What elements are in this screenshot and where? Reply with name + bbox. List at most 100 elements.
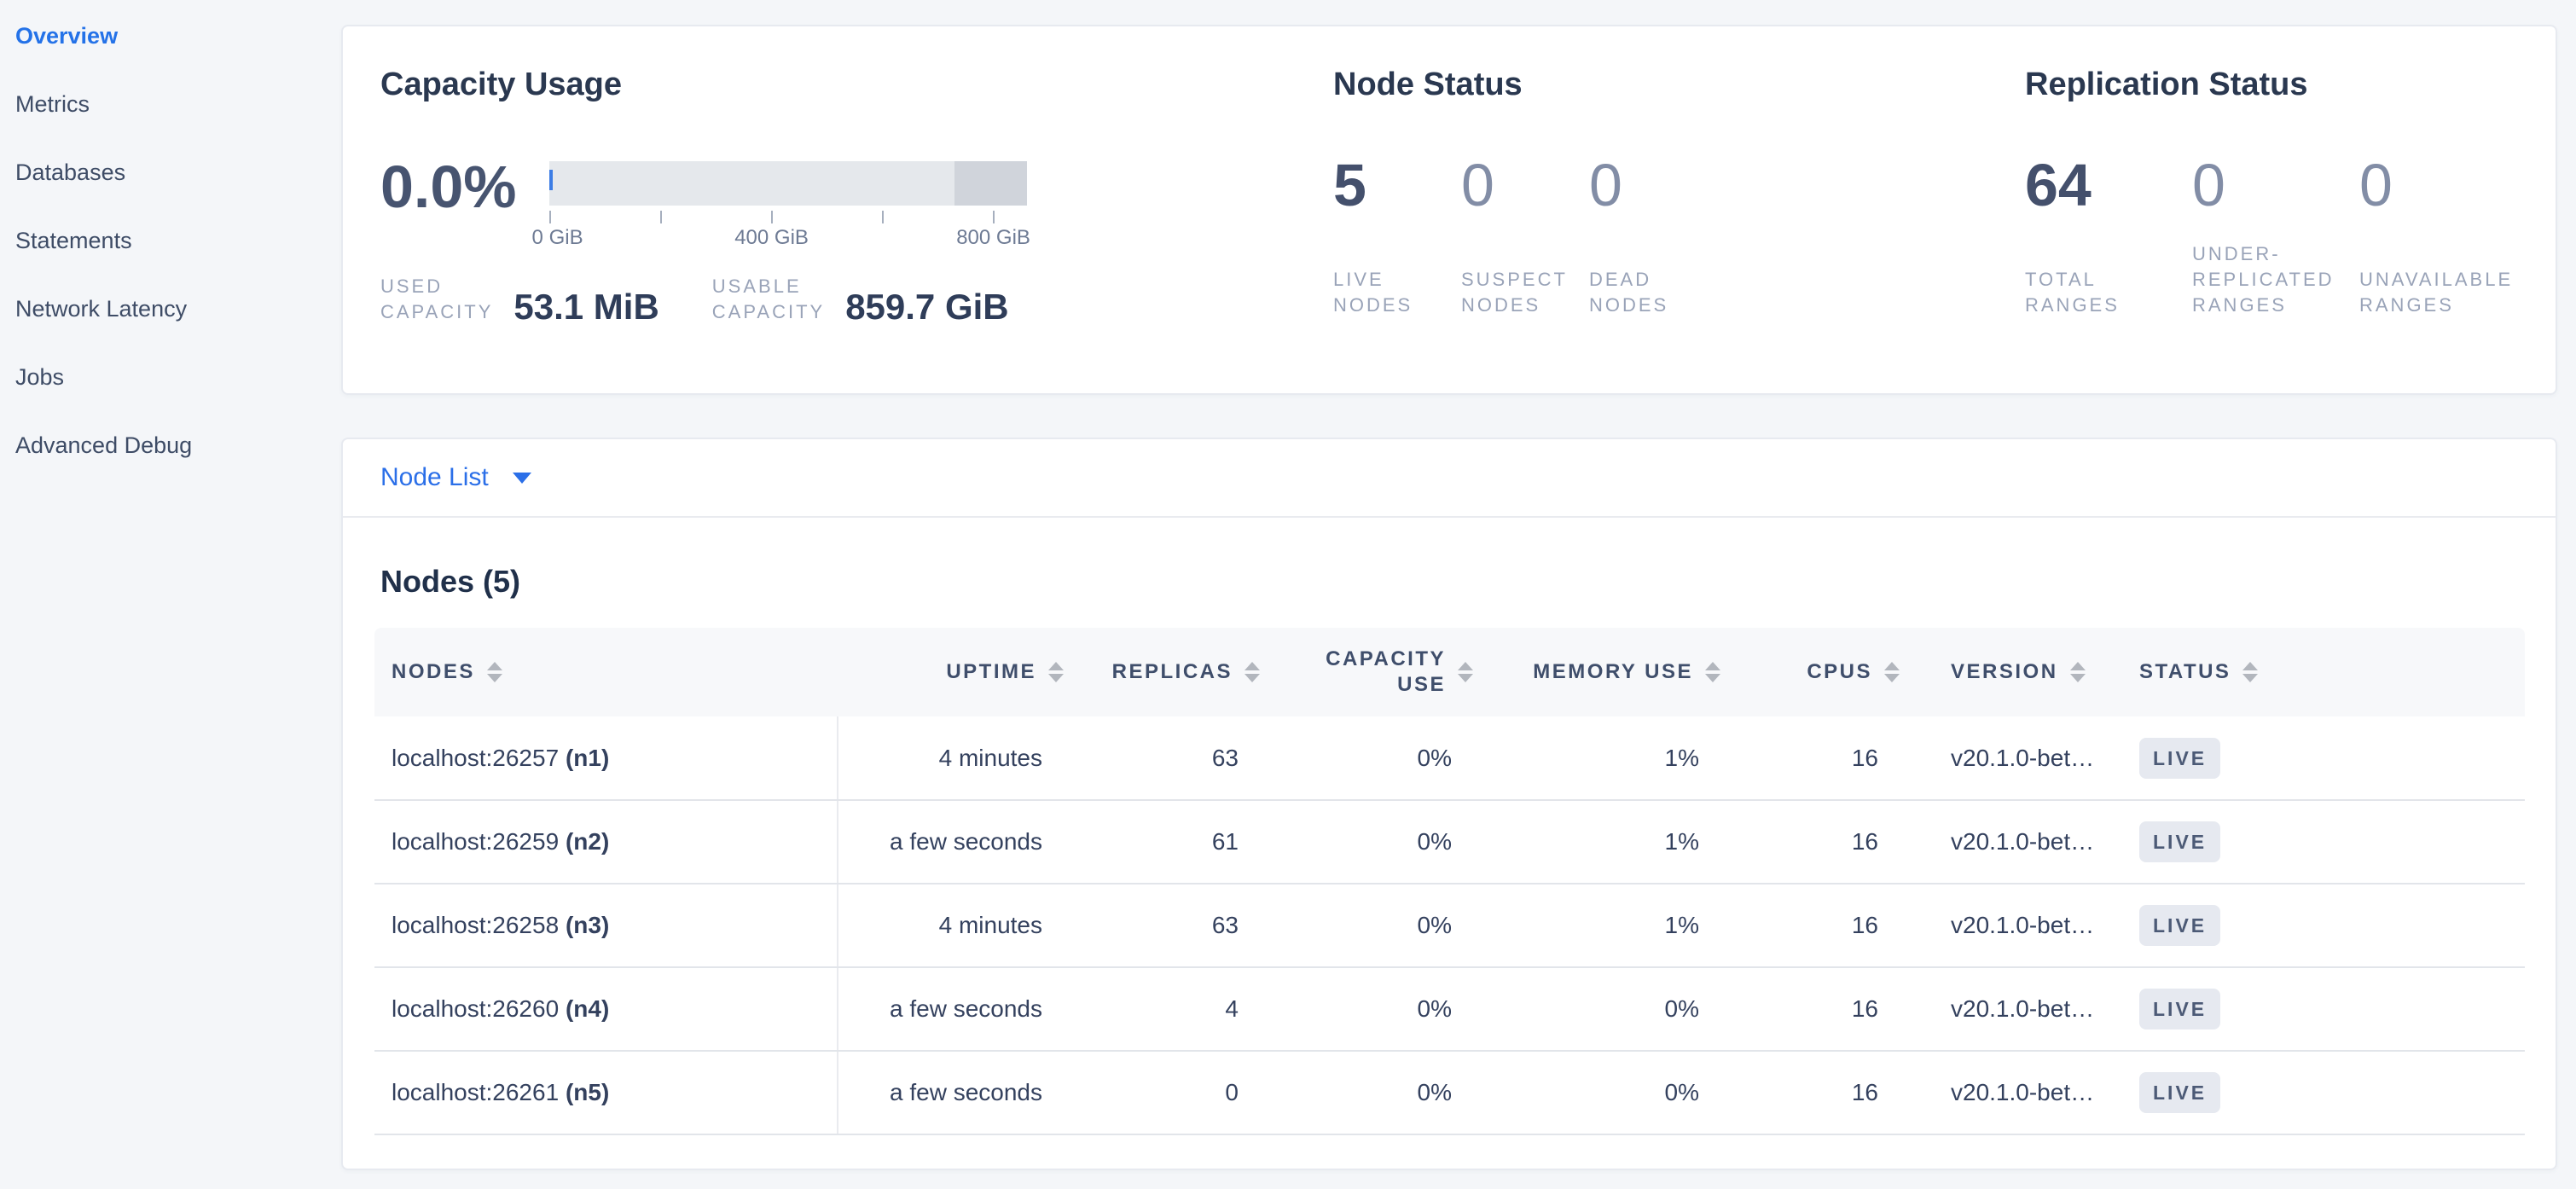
- version-cell: v20.1.0-bet…: [1938, 967, 2134, 1051]
- version-cell: v20.1.0-bet…: [1938, 716, 2134, 800]
- capacity-bar-nonusable-segment: [954, 161, 1027, 206]
- status-badge: LIVE: [2139, 905, 2220, 946]
- node-address-cell[interactable]: localhost:26260 (n4): [374, 967, 838, 1051]
- column-header-cpus[interactable]: CPUS: [1759, 628, 1938, 716]
- capacity-use-cell: 0%: [1298, 716, 1511, 800]
- usable-capacity-value: 859.7 GiB: [845, 289, 1008, 325]
- capacity-use-cell: 0%: [1298, 800, 1511, 884]
- axis-label-400gib: 400 GiB: [734, 226, 809, 250]
- column-header-status[interactable]: STATUS: [2134, 628, 2525, 716]
- cpus-cell: 16: [1759, 884, 1938, 967]
- table-row-node-5[interactable]: localhost:26261 (n5) a few seconds 0 0% …: [374, 1051, 2525, 1134]
- status-badge: LIVE: [2139, 989, 2220, 1030]
- column-header-capacity-use[interactable]: CAPACITY USE: [1298, 628, 1511, 716]
- suspect-nodes-stat: 0 SUSPECT NODES: [1461, 161, 1589, 318]
- memory-use-cell: 0%: [1511, 1051, 1759, 1134]
- node-address-cell[interactable]: localhost:26259 (n2): [374, 800, 838, 884]
- sidebar-item-advanced-debug[interactable]: Advanced Debug: [15, 431, 341, 460]
- status-badge: LIVE: [2139, 1072, 2220, 1113]
- nodes-table-title: Nodes (5): [374, 563, 2521, 600]
- axis-tick: [771, 211, 773, 223]
- main-content: Capacity Usage 0.0%: [341, 25, 2557, 1170]
- memory-use-cell: 1%: [1511, 716, 1759, 800]
- status-cell: LIVE: [2134, 967, 2525, 1051]
- axis-tick: [882, 211, 884, 223]
- capacity-bar-chart: 0 GiB 400 GiB 800 GiB: [549, 161, 1032, 250]
- column-header-memory-use[interactable]: MEMORY USE: [1511, 628, 1759, 716]
- version-cell: v20.1.0-bet…: [1938, 800, 2134, 884]
- uptime-cell: a few seconds: [838, 800, 1102, 884]
- nodes-table-section: Nodes (5) NODES UPTIME: [343, 518, 2556, 1135]
- sort-icon: [1048, 662, 1064, 682]
- table-row-node-3[interactable]: localhost:26258 (n3) 4 minutes 63 0% 1% …: [374, 884, 2525, 967]
- nodes-card: Node List Nodes (5) NODES: [341, 438, 2557, 1170]
- table-row-node-4[interactable]: localhost:26260 (n4) a few seconds 4 0% …: [374, 967, 2525, 1051]
- used-capacity-label: USED CAPACITY: [380, 274, 493, 325]
- column-header-version[interactable]: VERSION: [1938, 628, 2134, 716]
- node-list-header: Node List: [343, 439, 2556, 518]
- dead-nodes-stat: 0 DEAD NODES: [1589, 161, 1717, 318]
- version-cell: v20.1.0-bet…: [1938, 884, 2134, 967]
- capacity-use-cell: 0%: [1298, 967, 1511, 1051]
- capacity-percent-value: 0.0%: [380, 163, 517, 250]
- sort-icon: [1458, 662, 1473, 682]
- replicas-cell: 61: [1102, 800, 1298, 884]
- sidebar-item-jobs[interactable]: Jobs: [15, 362, 341, 392]
- uptime-cell: 4 minutes: [838, 716, 1102, 800]
- uptime-cell: a few seconds: [838, 1051, 1102, 1134]
- total-ranges-value: 64: [2025, 161, 2192, 209]
- column-header-nodes[interactable]: NODES: [374, 628, 838, 716]
- live-nodes-stat: 5 LIVE NODES: [1333, 161, 1461, 318]
- sort-icon: [2070, 662, 2086, 682]
- sidebar-item-network-latency[interactable]: Network Latency: [15, 294, 341, 323]
- sort-icon: [487, 662, 502, 682]
- memory-use-cell: 1%: [1511, 800, 1759, 884]
- capacity-use-cell: 0%: [1298, 884, 1511, 967]
- axis-tick: [660, 211, 662, 223]
- column-header-replicas[interactable]: REPLICAS: [1102, 628, 1298, 716]
- node-list-dropdown-label: Node List: [380, 463, 489, 492]
- sidebar-item-databases[interactable]: Databases: [15, 158, 341, 187]
- under-replicated-label: UNDER- REPLICATED RANGES: [2192, 241, 2359, 318]
- table-row-node-2[interactable]: localhost:26259 (n2) a few seconds 61 0%…: [374, 800, 2525, 884]
- cpus-cell: 16: [1759, 1051, 1938, 1134]
- capacity-bar: [549, 161, 1027, 206]
- capacity-use-cell: 0%: [1298, 1051, 1511, 1134]
- replicas-cell: 63: [1102, 716, 1298, 800]
- unavailable-ranges-value: 0: [2359, 161, 2527, 209]
- axis-label-800gib: 800 GiB: [956, 226, 1030, 250]
- suspect-nodes-label: SUSPECT NODES: [1461, 241, 1589, 318]
- memory-use-cell: 1%: [1511, 884, 1759, 967]
- replicas-cell: 63: [1102, 884, 1298, 967]
- total-ranges-stat: 64 TOTAL RANGES: [2025, 161, 2192, 318]
- status-cell: LIVE: [2134, 716, 2525, 800]
- node-address-cell[interactable]: localhost:26258 (n3): [374, 884, 838, 967]
- sort-icon: [1705, 662, 1720, 682]
- nodes-table-header-row: NODES UPTIME REPLICAS CAPACIT: [374, 628, 2525, 716]
- column-header-uptime[interactable]: UPTIME: [838, 628, 1102, 716]
- version-cell: v20.1.0-bet…: [1938, 1051, 2134, 1134]
- unavailable-ranges-label: UNAVAILABLE RANGES: [2359, 241, 2527, 318]
- nodes-table: NODES UPTIME REPLICAS CAPACIT: [374, 628, 2525, 1135]
- uptime-cell: 4 minutes: [838, 884, 1102, 967]
- dead-nodes-label: DEAD NODES: [1589, 241, 1717, 318]
- table-row-node-1[interactable]: localhost:26257 (n1) 4 minutes 63 0% 1% …: [374, 716, 2525, 800]
- under-replicated-value: 0: [2192, 161, 2359, 209]
- sort-icon: [2242, 662, 2258, 682]
- node-address-cell[interactable]: localhost:26261 (n5): [374, 1051, 838, 1134]
- sidebar-item-overview[interactable]: Overview: [15, 21, 341, 50]
- replication-status-section: Replication Status 64 TOTAL RANGES 0 UND…: [1987, 26, 2556, 393]
- uptime-cell: a few seconds: [838, 967, 1102, 1051]
- node-list-dropdown[interactable]: Node List: [380, 463, 531, 492]
- status-cell: LIVE: [2134, 1051, 2525, 1134]
- sidebar-item-statements[interactable]: Statements: [15, 226, 341, 255]
- memory-use-cell: 0%: [1511, 967, 1759, 1051]
- replication-status-title: Replication Status: [2025, 64, 2556, 105]
- replicas-cell: 4: [1102, 967, 1298, 1051]
- node-address-cell[interactable]: localhost:26257 (n1): [374, 716, 838, 800]
- dead-nodes-value: 0: [1589, 161, 1717, 209]
- cpus-cell: 16: [1759, 716, 1938, 800]
- node-status-title: Node Status: [1333, 64, 1987, 105]
- sidebar-item-metrics[interactable]: Metrics: [15, 90, 341, 119]
- status-cell: LIVE: [2134, 800, 2525, 884]
